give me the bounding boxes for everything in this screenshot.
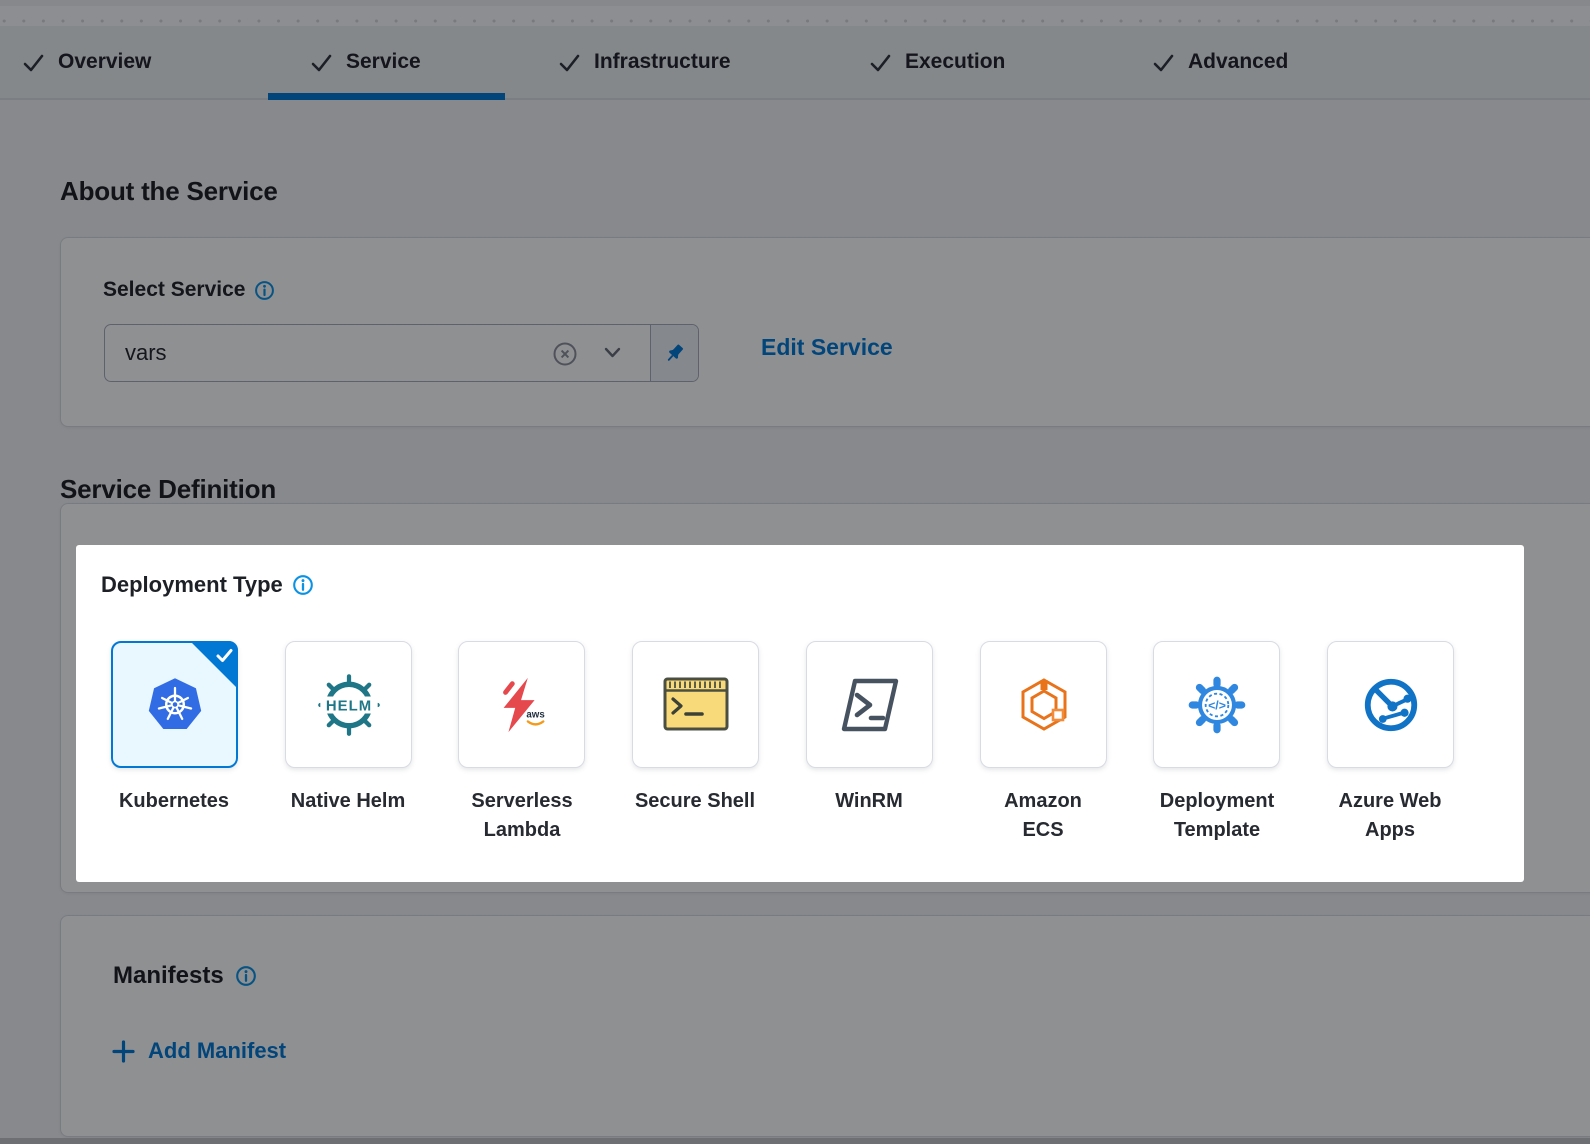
manifests-heading-text: Manifests xyxy=(113,962,224,990)
deployment-type-label-azure-web-apps: Azure Web Apps xyxy=(1315,787,1465,845)
deployment-type-label: Deployment Type xyxy=(101,572,314,598)
bottom-edge-strip xyxy=(0,1138,1590,1144)
gear-code-icon: </> xyxy=(1184,672,1250,738)
svg-text:HELM: HELM xyxy=(325,698,371,714)
deployment-type-label-amazon-ecs: Amazon ECS xyxy=(968,787,1118,845)
tab-execution[interactable]: Execution xyxy=(869,26,1005,98)
service-select-value: vars xyxy=(105,340,167,366)
deployment-type-label-native-helm: Native Helm xyxy=(273,787,423,816)
add-manifest-button[interactable]: Add Manifest xyxy=(111,1038,286,1064)
check-icon xyxy=(558,51,581,74)
deployment-type-label-deployment-template: Deployment Template xyxy=(1142,787,1292,845)
service-config-screen: Overview Service Infrastructure Executio… xyxy=(0,0,1590,1144)
serverless-lambda-icon: aws xyxy=(491,674,553,736)
info-icon[interactable] xyxy=(235,965,257,987)
tab-label: Infrastructure xyxy=(594,50,731,74)
info-icon[interactable] xyxy=(254,280,275,301)
deployment-type-azure-web-apps[interactable] xyxy=(1327,641,1454,768)
about-service-heading: About the Service xyxy=(60,176,278,207)
info-icon[interactable] xyxy=(292,574,314,596)
check-icon xyxy=(22,51,45,74)
check-icon xyxy=(1152,51,1175,74)
deployment-type-label-secure-shell: Secure Shell xyxy=(620,787,770,816)
pin-icon xyxy=(662,341,687,366)
helm-icon: HELM xyxy=(315,671,383,739)
deployment-type-amazon-ecs[interactable] xyxy=(980,641,1107,768)
service-definition-heading: Service Definition xyxy=(60,474,276,505)
service-select-group: vars xyxy=(104,324,699,382)
deployment-type-label-winrm: WinRM xyxy=(794,787,944,816)
select-service-label-text: Select Service xyxy=(103,278,245,302)
deployment-type-label-kubernetes: Kubernetes xyxy=(99,787,249,816)
canvas-dot-pattern xyxy=(0,6,1590,26)
tab-label: Execution xyxy=(905,50,1005,74)
tab-label: Service xyxy=(346,50,421,74)
tab-service[interactable]: Service xyxy=(310,26,421,98)
tab-advanced[interactable]: Advanced xyxy=(1152,26,1288,98)
pin-button[interactable] xyxy=(650,325,698,381)
svg-text:</>: </> xyxy=(1208,698,1226,712)
manifests-heading: Manifests xyxy=(113,962,257,990)
powershell-icon xyxy=(838,674,902,736)
select-service-label: Select Service xyxy=(103,278,275,302)
clear-icon[interactable] xyxy=(552,341,578,367)
about-service-card: Select Service vars Edit Service xyxy=(60,237,1590,427)
tab-label: Overview xyxy=(58,50,151,74)
service-select-input[interactable]: vars xyxy=(105,325,650,381)
check-icon xyxy=(869,51,892,74)
deployment-type-kubernetes[interactable] xyxy=(111,641,238,768)
ecs-hexagon-icon xyxy=(1012,673,1076,737)
deployment-type-secure-shell[interactable] xyxy=(632,641,759,768)
manifests-card: Manifests Add Manifest xyxy=(60,915,1590,1137)
tab-overview[interactable]: Overview xyxy=(22,26,151,98)
kubernetes-icon xyxy=(142,672,208,738)
chevron-down-icon[interactable] xyxy=(601,345,624,362)
edit-service-link[interactable]: Edit Service xyxy=(761,334,893,361)
deployment-type-winrm[interactable] xyxy=(806,641,933,768)
deployment-type-native-helm[interactable]: HELM xyxy=(285,641,412,768)
deployment-type-label-text: Deployment Type xyxy=(101,572,283,598)
check-icon xyxy=(310,51,333,74)
tab-infrastructure[interactable]: Infrastructure xyxy=(558,26,731,98)
terminal-icon xyxy=(663,677,729,733)
azure-globe-icon xyxy=(1360,674,1422,736)
service-definition-card: Deployment Type xyxy=(60,503,1590,893)
add-manifest-label: Add Manifest xyxy=(148,1038,286,1064)
deployment-type-label-serverless-lambda: Serverless Lambda xyxy=(447,787,597,845)
pipeline-canvas-strip xyxy=(0,0,1590,26)
plus-icon xyxy=(111,1039,136,1064)
tab-label: Advanced xyxy=(1188,50,1288,74)
stage-tabbar: Overview Service Infrastructure Executio… xyxy=(0,26,1590,100)
svg-text:aws: aws xyxy=(526,709,544,720)
deployment-type-deployment-template[interactable]: </> xyxy=(1153,641,1280,768)
deployment-type-serverless-lambda[interactable]: aws xyxy=(458,641,585,768)
